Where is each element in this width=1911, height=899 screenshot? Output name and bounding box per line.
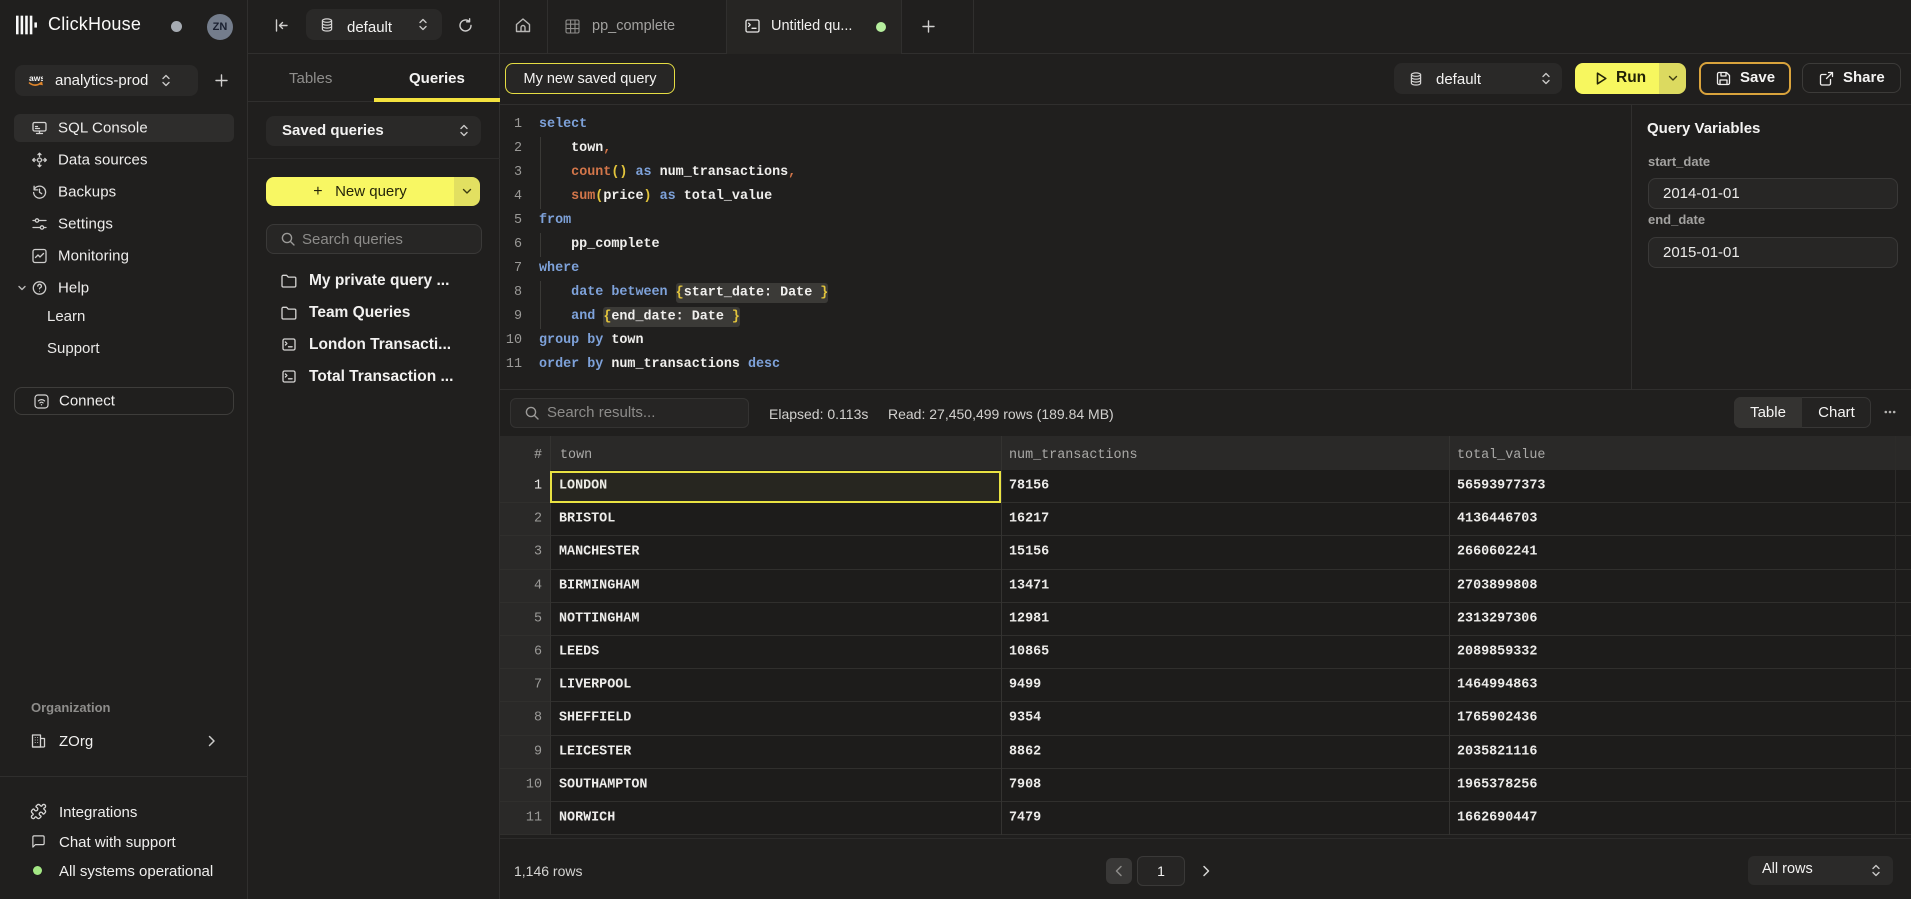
- svg-text:aws: aws: [29, 73, 43, 83]
